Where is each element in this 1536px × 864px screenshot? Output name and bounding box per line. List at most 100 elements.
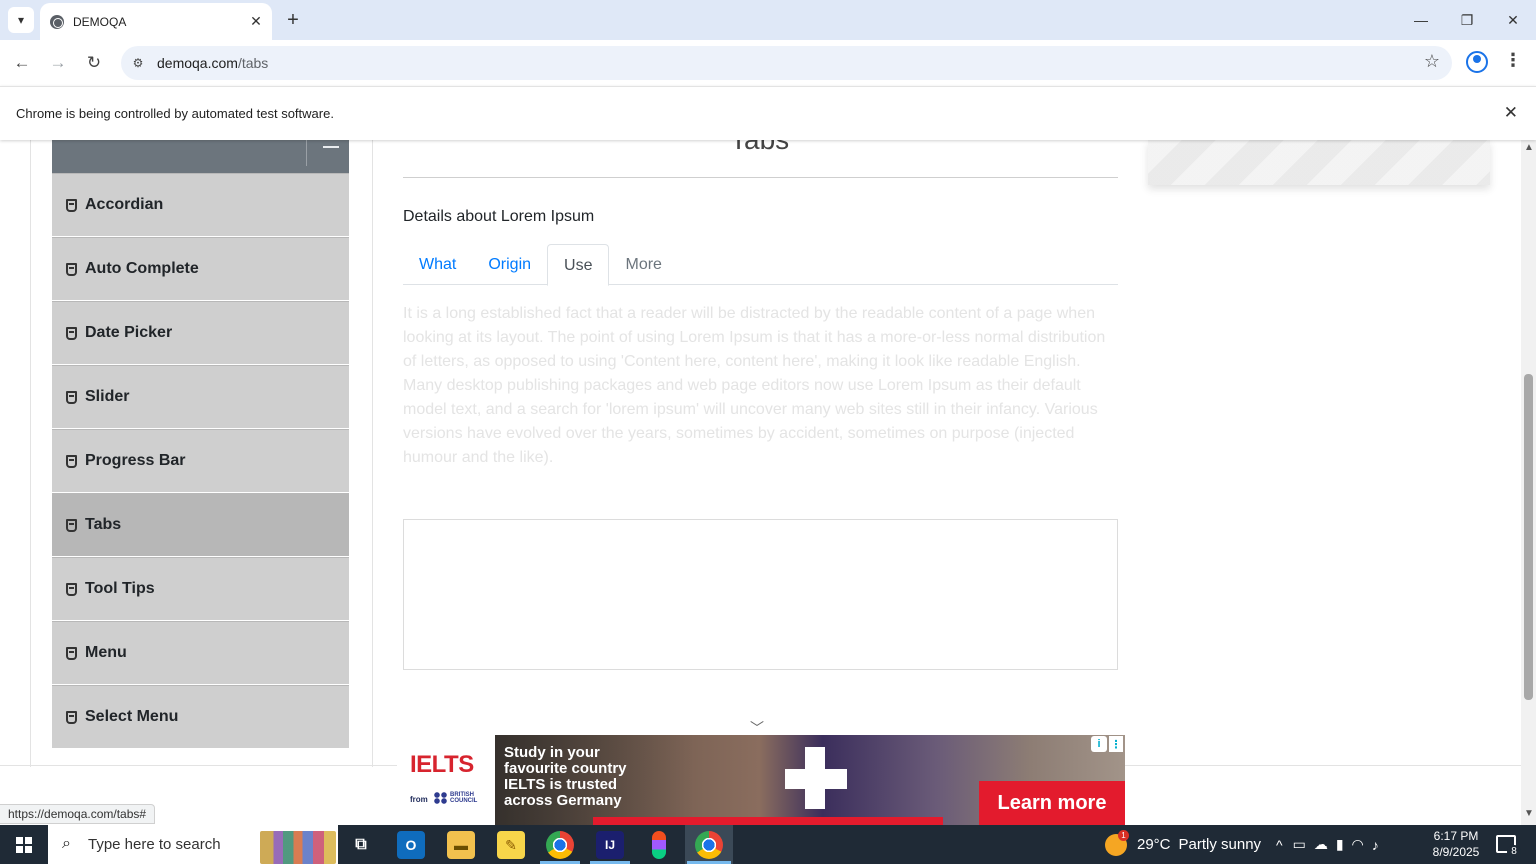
info-icon[interactable]: i xyxy=(1091,736,1107,752)
divider xyxy=(306,140,307,166)
html5-icon xyxy=(66,454,77,468)
system-clock[interactable]: 6:17 PM 8/9/2025 xyxy=(1418,828,1494,860)
tab-more: More xyxy=(625,256,662,273)
html5-icon xyxy=(66,710,77,724)
new-tab-button[interactable]: + xyxy=(280,7,306,33)
cloud-icon[interactable]: ☁ xyxy=(1314,836,1328,853)
reload-icon: ↻ xyxy=(86,53,102,72)
taskbar-search[interactable]: ⌕ Type here to search xyxy=(48,825,338,864)
ad-stripe xyxy=(593,817,943,825)
restore-button[interactable]: ❐ xyxy=(1444,0,1490,40)
star-icon[interactable]: ☆ xyxy=(1424,51,1440,72)
page-title: Tabs xyxy=(730,140,789,156)
close-icon: ✕ xyxy=(1507,11,1519,28)
wifi-icon[interactable]: ◠ xyxy=(1352,836,1364,853)
ielts-logo: IELTS from BRITISH COUNCIL xyxy=(397,735,495,825)
address-bar[interactable]: ⚙ demoqa.com/tabs ☆ xyxy=(121,46,1452,80)
sidebar-item-label: Slider xyxy=(85,388,130,405)
sidebar-item-label: Menu xyxy=(85,644,127,661)
tune-icon[interactable]: ⚙ xyxy=(129,54,147,72)
chrome-icon[interactable] xyxy=(546,831,574,859)
collapse-icon[interactable] xyxy=(323,140,339,148)
sidebar-item-tabs[interactable]: Tabs xyxy=(52,493,349,557)
sidebar-item-menu[interactable]: Menu xyxy=(52,621,349,685)
search-placeholder: Type here to search xyxy=(88,836,221,853)
sidebar-item-label: Accordian xyxy=(85,196,164,213)
divider xyxy=(372,140,373,767)
battery-icon[interactable]: ▮ xyxy=(1336,836,1344,853)
sidebar-item-label: Tool Tips xyxy=(85,580,155,597)
scrollbar-thumb[interactable] xyxy=(1524,374,1533,700)
tabs-nav: What Origin Use More xyxy=(403,244,1118,286)
ad-from-text: from xyxy=(410,795,428,804)
volume-icon[interactable]: ♪ xyxy=(1372,837,1379,853)
meet-now-icon[interactable]: ▭ xyxy=(1293,836,1306,853)
intellij-icon[interactable]: IJ xyxy=(596,831,624,859)
chevron-up-icon[interactable]: ^ xyxy=(1276,837,1283,853)
status-bubble: https://demoqa.com/tabs# xyxy=(0,804,156,824)
html5-icon xyxy=(66,198,77,212)
close-icon[interactable]: ✕ xyxy=(246,12,266,32)
page-scrollbar[interactable]: ▲ ▼ xyxy=(1521,140,1536,825)
file-explorer-icon[interactable]: ▬ xyxy=(447,831,475,859)
clock-date: 8/9/2025 xyxy=(1432,845,1480,859)
browser-tab-active[interactable]: DEMOQA ✕ xyxy=(40,3,272,40)
sidebar-item-date-picker[interactable]: Date Picker xyxy=(52,301,349,365)
tab-use[interactable]: Use xyxy=(547,244,610,286)
figma-icon[interactable] xyxy=(652,831,666,859)
sidebar-item-tool-tips[interactable]: Tool Tips xyxy=(52,557,349,621)
sidebar-group-header[interactable] xyxy=(52,140,349,173)
plus-icon: + xyxy=(287,8,299,31)
windows-taskbar: ⌕ Type here to search ⧉ O ▬ ✎ IJ 1 29°C … xyxy=(0,825,1536,864)
html5-icon xyxy=(66,326,77,340)
kebab-menu-icon[interactable]: ⋮ xyxy=(1504,50,1522,71)
search-icon: ⌕ xyxy=(62,835,71,852)
html5-icon xyxy=(66,646,77,660)
notification-count: 8 xyxy=(1507,845,1521,859)
tab-origin[interactable]: Origin xyxy=(472,244,547,285)
sticky-notes-icon[interactable]: ✎ xyxy=(497,831,525,859)
weather-temp: 29°C xyxy=(1137,836,1171,853)
sidebar-item-accordian[interactable]: Accordian xyxy=(52,173,349,237)
learn-more-button[interactable]: Learn more xyxy=(979,781,1125,825)
clock-time: 6:17 PM xyxy=(1433,829,1479,843)
ad-headline: Study in your favourite country IELTS is… xyxy=(504,744,627,809)
arrow-right-icon: → xyxy=(49,53,67,72)
ad-image: Study in your favourite country IELTS is… xyxy=(495,735,1125,825)
minimize-button[interactable]: — xyxy=(1398,0,1444,40)
globe-icon xyxy=(50,14,64,29)
chrome-icon[interactable] xyxy=(695,831,723,859)
sidebar-item-label: Auto Complete xyxy=(85,260,199,277)
sidebar-item-slider[interactable]: Slider xyxy=(52,365,349,429)
close-icon[interactable]: ✕ xyxy=(1504,103,1518,123)
reload-button[interactable]: ↻ xyxy=(82,51,106,75)
sidebar-item-auto-complete[interactable]: Auto Complete xyxy=(52,237,349,301)
sidebar-item-select-menu[interactable]: Select Menu xyxy=(52,685,349,749)
tab-search-button[interactable]: ▾ xyxy=(8,7,34,33)
back-button[interactable]: ← xyxy=(10,51,34,75)
outlook-icon[interactable]: O xyxy=(397,831,425,859)
start-button[interactable] xyxy=(0,825,48,864)
ad-options-icon[interactable]: ⋮ xyxy=(1109,736,1123,752)
scroll-up-icon[interactable]: ▲ xyxy=(1524,142,1534,153)
infobar-message: Chrome is being controlled by automated … xyxy=(16,106,334,121)
sidebar-item-progress-bar[interactable]: Progress Bar xyxy=(52,429,349,493)
sidebar-item-label: Tabs xyxy=(85,516,122,533)
close-window-button[interactable]: ✕ xyxy=(1490,0,1536,40)
ad-banner[interactable]: IELTS from BRITISH COUNCIL Study in your… xyxy=(397,735,1125,825)
weather-icon: 1 xyxy=(1105,829,1129,856)
weather-widget[interactable]: 1 29°C Partly sunny xyxy=(1105,825,1261,864)
html5-icon xyxy=(66,262,77,276)
tab-what[interactable]: What xyxy=(403,244,472,285)
sidebar-item-label: Select Menu xyxy=(85,708,179,725)
account-icon[interactable] xyxy=(1466,51,1488,73)
plus-icon xyxy=(785,769,847,789)
scroll-down-icon[interactable]: ▼ xyxy=(1524,808,1534,819)
side-ad[interactable] xyxy=(1148,140,1490,185)
forward-button[interactable]: → xyxy=(46,51,70,75)
arrow-left-icon: ← xyxy=(13,53,31,72)
browser-tab-strip: ▾ DEMOQA ✕ + — ❐ ✕ xyxy=(0,0,1536,40)
task-view-icon[interactable]: ⧉ xyxy=(347,831,375,859)
weather-desc: Partly sunny xyxy=(1178,836,1262,853)
browser-tab-title: DEMOQA xyxy=(73,14,127,29)
